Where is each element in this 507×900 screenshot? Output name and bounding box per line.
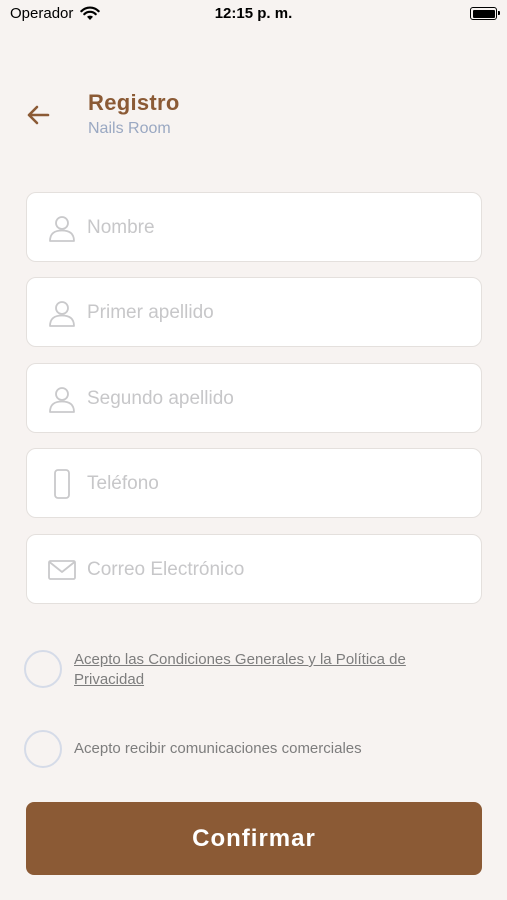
user-icon: [49, 301, 75, 327]
mail-icon: [48, 560, 76, 580]
user-icon: [49, 216, 75, 242]
marketing-checkbox[interactable]: [24, 730, 62, 768]
page-title: Registro: [88, 90, 180, 115]
phone-input[interactable]: [85, 449, 469, 519]
arrow-left-icon: [27, 105, 50, 125]
phone-icon: [54, 469, 70, 499]
marketing-label: Acepto recibir comunicaciones comerciale…: [74, 740, 362, 757]
first-surname-input[interactable]: [85, 278, 469, 348]
second-surname-field[interactable]: [26, 363, 482, 434]
email-field[interactable]: [26, 534, 482, 605]
back-button[interactable]: [24, 101, 52, 129]
page-subtitle: Nails Room: [88, 120, 171, 137]
user-icon: [49, 387, 75, 413]
status-time: 12:15 p. m.: [214, 5, 293, 22]
phone-field[interactable]: [26, 448, 482, 519]
second-surname-input[interactable]: [85, 364, 469, 434]
first-name-input[interactable]: [85, 193, 469, 263]
first-surname-field[interactable]: [26, 277, 482, 348]
confirm-button[interactable]: Confirmar: [26, 802, 482, 875]
first-name-field[interactable]: [26, 192, 482, 263]
status-bar: Operador 12:15 p. m.: [0, 0, 507, 28]
email-input[interactable]: [85, 535, 469, 605]
battery-icon: [470, 7, 500, 20]
terms-checkbox[interactable]: [24, 650, 62, 688]
terms-link[interactable]: Acepto las Condiciones Generales y la Po…: [74, 650, 464, 690]
